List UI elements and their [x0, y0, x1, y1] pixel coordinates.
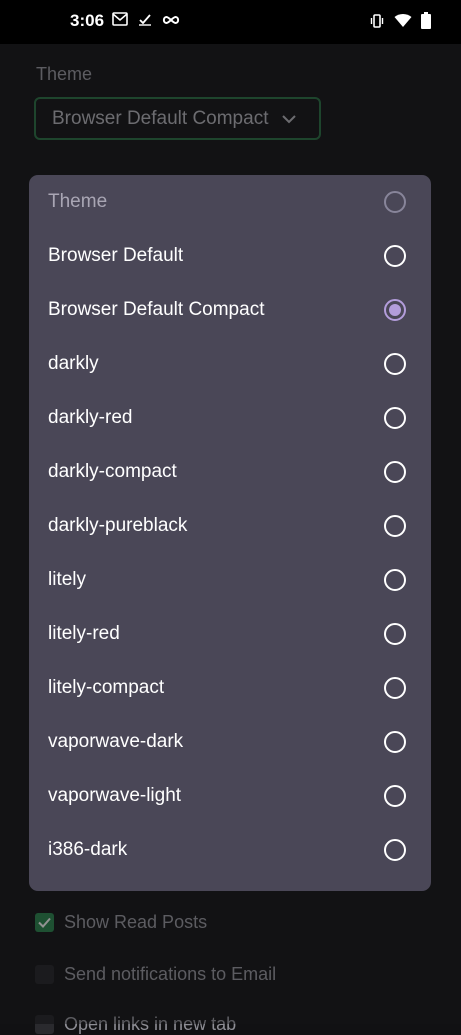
option-radio[interactable]: [384, 245, 406, 267]
option-browser-default[interactable]: Browser Default: [29, 229, 431, 283]
option-label: darkly-compact: [48, 461, 177, 482]
option-label: darkly-red: [48, 407, 133, 428]
option-label: litely-red: [48, 623, 120, 644]
option-darkly-compact[interactable]: darkly-compact: [29, 445, 431, 499]
option-litely-red[interactable]: litely-red: [29, 607, 431, 661]
option-browser-default-compact[interactable]: Browser Default Compact: [29, 283, 431, 337]
battery-icon: [421, 12, 431, 34]
infinity-icon: [162, 13, 180, 31]
option-label: i386-dark: [48, 839, 128, 860]
option-darkly-red[interactable]: darkly-red: [29, 391, 431, 445]
disabled-radio: [384, 191, 406, 213]
option-radio[interactable]: [384, 353, 406, 375]
dialog-title-option: Theme: [29, 175, 431, 229]
option-radio[interactable]: [384, 569, 406, 591]
option-radio[interactable]: [384, 623, 406, 645]
vibrate-icon: [369, 13, 385, 34]
option-label: Browser Default: [48, 245, 184, 266]
dialog-title: Theme: [48, 191, 108, 212]
status-time: 3:06: [70, 11, 105, 30]
option-label: Browser Default Compact: [48, 299, 265, 320]
option-label: vaporwave-dark: [48, 731, 184, 752]
option-darkly[interactable]: darkly: [29, 337, 431, 391]
option-label: litely: [48, 569, 87, 590]
check-icon: [138, 12, 152, 31]
option-litely-compact[interactable]: litely-compact: [29, 661, 431, 715]
option-radio[interactable]: [384, 785, 406, 807]
option-litely[interactable]: litely: [29, 553, 431, 607]
option-radio[interactable]: [384, 407, 406, 429]
status-bar: 3:06: [0, 0, 461, 44]
option-radio[interactable]: [384, 731, 406, 753]
option-vaporwave-dark[interactable]: vaporwave-dark: [29, 715, 431, 769]
mail-icon: [112, 12, 128, 31]
option-radio[interactable]: [384, 677, 406, 699]
option-radio[interactable]: [384, 515, 406, 537]
option-radio-selected[interactable]: [384, 299, 406, 321]
option-radio[interactable]: [384, 461, 406, 483]
option-label: darkly: [48, 353, 99, 374]
theme-dialog: Theme Browser Default Browser Default Co…: [29, 175, 431, 891]
wifi-icon: [394, 13, 412, 33]
option-label: darkly-pureblack: [48, 515, 188, 536]
option-label: litely-compact: [48, 677, 165, 698]
option-label: vaporwave-light: [48, 785, 182, 806]
option-vaporwave-light[interactable]: vaporwave-light: [29, 769, 431, 823]
option-radio[interactable]: [384, 839, 406, 861]
option-darkly-pureblack[interactable]: darkly-pureblack: [29, 499, 431, 553]
option-i386-dark[interactable]: i386-dark: [29, 823, 431, 877]
